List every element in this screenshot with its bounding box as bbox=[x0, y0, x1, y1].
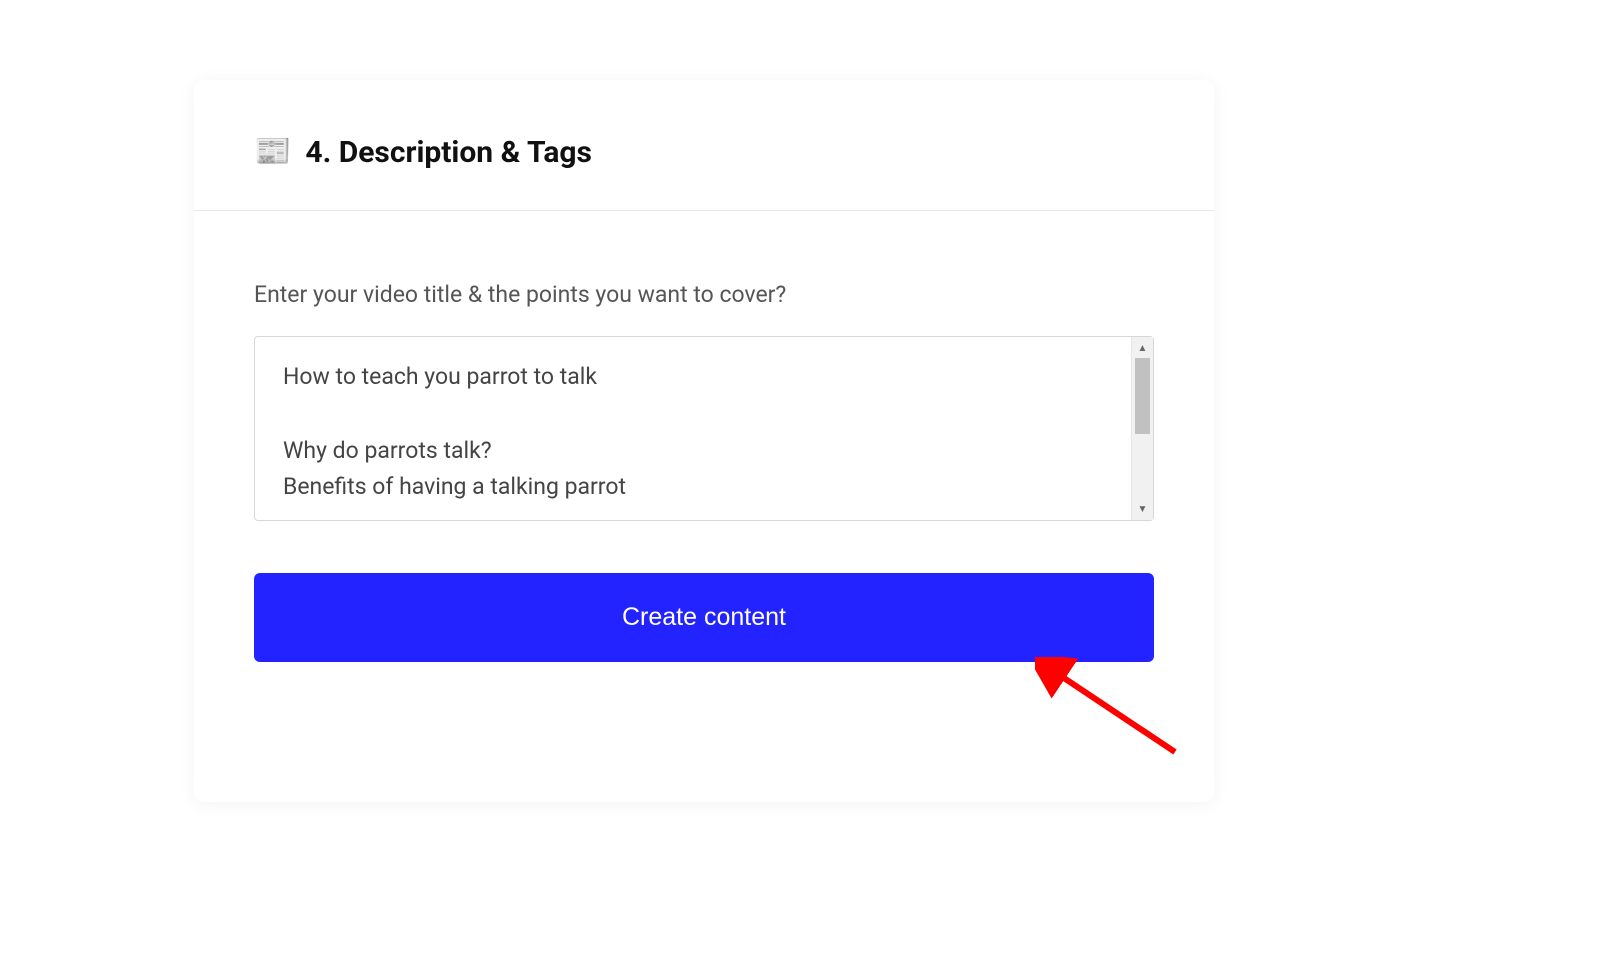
prompt-label: Enter your video title & the points you … bbox=[254, 281, 1154, 308]
card-footer-space bbox=[194, 692, 1214, 802]
newspaper-icon: 📰 bbox=[254, 137, 291, 167]
video-title-points-input[interactable] bbox=[255, 337, 1131, 520]
create-content-button[interactable]: Create content bbox=[254, 573, 1154, 662]
section-title: 4. Description & Tags bbox=[305, 135, 592, 170]
scroll-thumb[interactable] bbox=[1135, 358, 1150, 434]
textarea-wrapper: ▲ ▼ bbox=[254, 336, 1154, 521]
scroll-up-arrow-icon[interactable]: ▲ bbox=[1132, 338, 1153, 358]
scroll-down-arrow-icon[interactable]: ▼ bbox=[1132, 499, 1153, 519]
card-body: Enter your video title & the points you … bbox=[194, 211, 1214, 692]
card-header: 📰 4. Description & Tags bbox=[194, 80, 1214, 211]
scrollbar[interactable]: ▲ ▼ bbox=[1131, 337, 1153, 520]
description-tags-card: 📰 4. Description & Tags Enter your video… bbox=[194, 80, 1214, 802]
